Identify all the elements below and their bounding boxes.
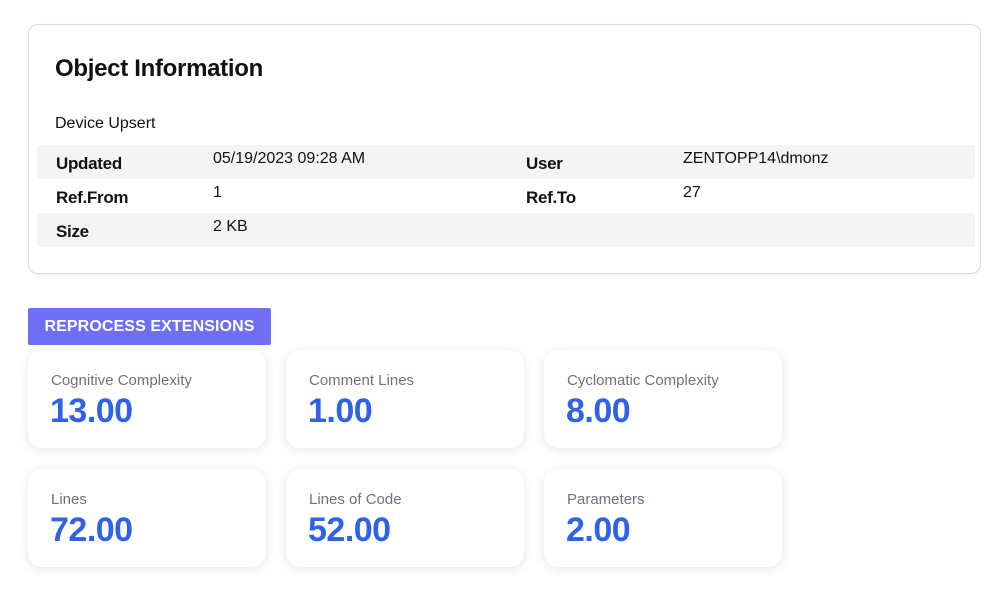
object-name: Device Upsert	[55, 115, 156, 132]
ref-from-label: Ref.From	[56, 188, 129, 207]
info-row-size: Size 2 KB	[37, 213, 975, 247]
size-label: Size	[56, 222, 89, 241]
updated-label: Updated	[56, 154, 122, 173]
metric-value: 1.00	[308, 392, 373, 430]
ref-to-label: Ref.To	[526, 188, 576, 207]
updated-value: 05/19/2023 09:28 AM	[213, 150, 366, 167]
user-label: User	[526, 154, 563, 173]
metric-label: Cognitive Complexity	[51, 372, 192, 389]
metric-label: Cyclomatic Complexity	[567, 372, 719, 389]
metric-value: 8.00	[566, 392, 631, 430]
metric-label: Lines	[51, 491, 87, 508]
info-row-updated: Updated 05/19/2023 09:28 AM User ZENTOPP…	[37, 145, 975, 179]
user-value: ZENTOPP14\dmonz	[683, 150, 829, 167]
metric-card-lines-of-code: Lines of Code 52.00	[286, 469, 524, 567]
metric-value: 72.00	[50, 511, 133, 549]
info-row-ref: Ref.From 1 Ref.To 27	[37, 179, 975, 213]
metric-label: Parameters	[567, 491, 645, 508]
page: Object Information Device Upsert Updated…	[0, 0, 1006, 600]
metric-card-parameters: Parameters 2.00	[544, 469, 782, 567]
metric-card-comment-lines: Comment Lines 1.00	[286, 350, 524, 448]
metric-label: Lines of Code	[309, 491, 402, 508]
reprocess-extensions-button[interactable]: REPROCESS EXTENSIONS	[28, 308, 271, 345]
metric-card-cyclomatic-complexity: Cyclomatic Complexity 8.00	[544, 350, 782, 448]
metric-value: 13.00	[50, 392, 133, 430]
metric-card-lines: Lines 72.00	[28, 469, 266, 567]
metric-label: Comment Lines	[309, 372, 415, 389]
size-value: 2 KB	[213, 218, 248, 235]
metric-value: 2.00	[566, 511, 631, 549]
object-information-panel: Object Information Device Upsert Updated…	[28, 24, 981, 274]
panel-title: Object Information	[55, 55, 263, 82]
info-table: Updated 05/19/2023 09:28 AM User ZENTOPP…	[37, 145, 975, 247]
metric-value: 52.00	[308, 511, 391, 549]
ref-to-value: 27	[683, 184, 701, 201]
ref-from-value: 1	[213, 184, 222, 201]
metric-card-cognitive-complexity: Cognitive Complexity 13.00	[28, 350, 266, 448]
